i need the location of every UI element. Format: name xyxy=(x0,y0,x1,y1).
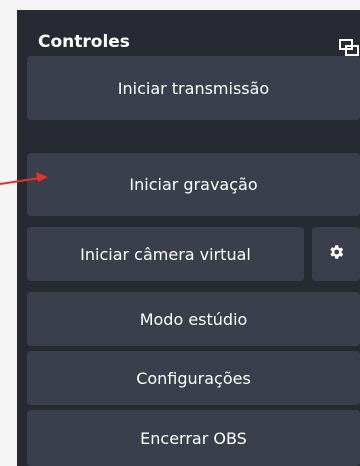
start-virtual-camera-label: Iniciar câmera virtual xyxy=(80,244,251,264)
start-recording-button[interactable]: Iniciar gravação xyxy=(27,153,360,216)
start-virtual-camera-button[interactable]: Iniciar câmera virtual xyxy=(27,227,304,281)
studio-mode-label: Modo estúdio xyxy=(139,309,248,329)
studio-mode-button[interactable]: Modo estúdio xyxy=(27,292,360,346)
start-recording-label: Iniciar gravação xyxy=(129,175,258,194)
settings-button[interactable]: Configurações xyxy=(27,351,360,405)
settings-label: Configurações xyxy=(136,368,251,388)
exit-obs-label: Encerrar OBS xyxy=(140,428,247,448)
start-stream-button[interactable]: Iniciar transmissão xyxy=(27,56,360,120)
exit-obs-button[interactable]: Encerrar OBS xyxy=(27,410,360,466)
start-stream-label: Iniciar transmissão xyxy=(117,78,270,98)
red-arrow-icon xyxy=(0,168,60,188)
virtual-camera-settings-button[interactable] xyxy=(312,227,360,281)
gear-icon xyxy=(327,243,345,265)
controls-dock: Controles Iniciar transmissão Iniciar gr… xyxy=(17,10,360,466)
dock-title: Controles xyxy=(38,32,130,52)
